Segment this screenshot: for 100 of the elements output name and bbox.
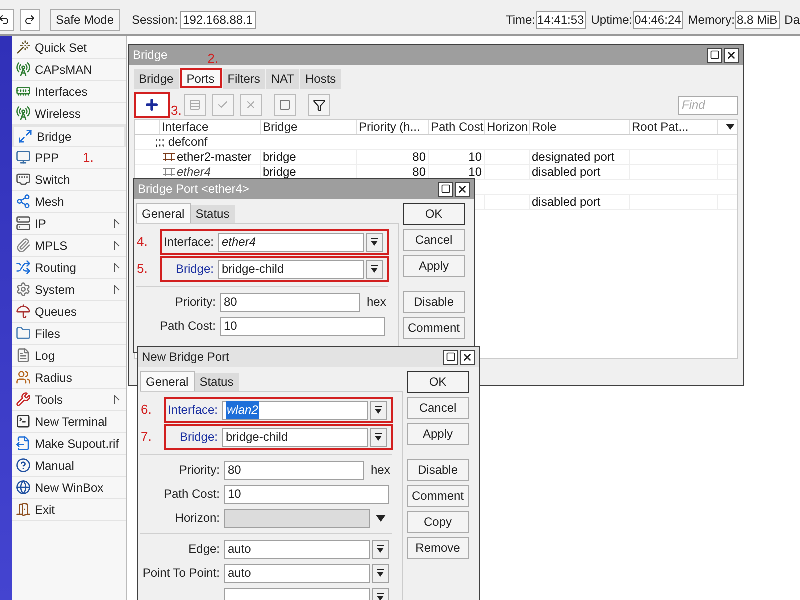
input-field[interactable]: bridge-child: [218, 260, 364, 278]
maximize-button[interactable]: [707, 48, 722, 62]
document-icon: [16, 348, 31, 363]
input-field[interactable]: 10: [220, 316, 385, 336]
undo-button[interactable]: [0, 9, 14, 31]
menu-item[interactable]: CAPsMAN: [12, 59, 126, 81]
tab[interactable]: Bridge: [134, 69, 179, 89]
menu-item[interactable]: Radius: [12, 367, 126, 389]
column-header[interactable]: Interface: [160, 120, 261, 134]
table-cell: disabled port: [532, 195, 601, 209]
step-number: 2.: [208, 50, 219, 68]
dialog-button[interactable]: Copy: [407, 511, 469, 533]
menu-item[interactable]: Files: [12, 323, 126, 345]
menu-item[interactable]: MPLS: [12, 235, 126, 257]
dropdown-button[interactable]: [372, 564, 389, 582]
maximize-button[interactable]: [438, 182, 453, 196]
maximize-button[interactable]: [443, 350, 458, 364]
dropdown-button[interactable]: [366, 232, 383, 252]
input-field[interactable]: bridge-child: [222, 428, 368, 446]
submenu-arrow-icon: [114, 284, 120, 294]
tab[interactable]: Status: [194, 373, 239, 391]
dialog-button[interactable]: Disable: [407, 459, 469, 481]
dialog-button[interactable]: Disable: [403, 291, 465, 313]
stat-label: Time:: [506, 12, 536, 29]
menu-item[interactable]: IP: [12, 213, 126, 235]
column-header[interactable]: Priority (h...: [357, 120, 429, 134]
tab[interactable]: Status: [190, 205, 235, 223]
window-title: New Bridge Port: [142, 349, 230, 366]
menu-item[interactable]: Quick Set: [12, 37, 126, 59]
input-field[interactable]: 80: [220, 292, 360, 312]
dialog-button[interactable]: Remove: [407, 537, 469, 559]
dialog-button[interactable]: Comment: [403, 317, 465, 339]
menu-item[interactable]: Switch: [12, 169, 126, 191]
dropdown-button[interactable]: [370, 428, 387, 446]
step-number: 4.: [136, 233, 149, 252]
menu-item[interactable]: Log: [12, 345, 126, 367]
column-header[interactable]: Path Cost: [429, 120, 485, 134]
safe-mode-button[interactable]: Safe Mode: [50, 9, 120, 31]
dialog-button[interactable]: Cancel: [403, 229, 465, 251]
dropdown-button[interactable]: [370, 400, 387, 420]
add-button[interactable]: [134, 92, 170, 118]
session-label: Session:: [132, 12, 178, 29]
tab[interactable]: General: [140, 371, 195, 391]
menu-item[interactable]: Tools: [12, 389, 126, 411]
close-button[interactable]: [460, 350, 475, 364]
dropdown-button[interactable]: [366, 260, 383, 278]
filter-icon: [312, 98, 326, 112]
menu-item[interactable]: New WinBox: [12, 477, 126, 499]
tab[interactable]: Hosts: [300, 69, 342, 89]
column-header[interactable]: Bridge: [261, 120, 357, 134]
column-header[interactable]: Role: [530, 120, 630, 134]
dropdown-button[interactable]: [372, 540, 389, 558]
check-icon: [217, 99, 229, 111]
input-field[interactable]: 10: [224, 484, 389, 504]
tab[interactable]: NAT: [266, 69, 300, 89]
close-button[interactable]: [455, 182, 470, 196]
field-label: Edge:: [188, 541, 221, 558]
menu-item[interactable]: Queues: [12, 301, 126, 323]
input-field[interactable]: auto: [224, 564, 370, 582]
input-field[interactable]: wlan2: [222, 400, 368, 420]
port-icon: [16, 172, 31, 187]
menu-item[interactable]: Exit: [12, 499, 126, 521]
dialog-button[interactable]: Comment: [407, 485, 469, 507]
column-header[interactable]: Root Pat...: [630, 120, 718, 134]
dialog-button[interactable]: Cancel: [407, 397, 469, 419]
input-field[interactable]: [224, 508, 370, 528]
comment-button[interactable]: [274, 94, 296, 116]
find-field[interactable]: Find: [678, 96, 738, 114]
menu-item[interactable]: New Terminal: [12, 411, 126, 433]
dialog-button[interactable]: OK: [403, 203, 465, 225]
menu-item[interactable]: Mesh: [12, 191, 126, 213]
menu-item[interactable]: Routing: [12, 257, 126, 279]
input-field[interactable]: auto: [224, 540, 370, 558]
nodes-icon: [16, 194, 31, 209]
menu-item[interactable]: Bridge: [12, 125, 126, 147]
menu-item[interactable]: Wireless: [12, 103, 126, 125]
column-header[interactable]: Horizon: [485, 120, 530, 134]
field-label: Interface:: [162, 234, 215, 251]
menu-item[interactable]: System: [12, 279, 126, 301]
dialog-button[interactable]: OK: [407, 371, 469, 393]
redo-button[interactable]: [20, 9, 40, 31]
table-cell: designated port: [532, 150, 615, 164]
session-field[interactable]: 192.168.88.1: [180, 11, 256, 29]
people-icon: [16, 370, 31, 385]
folder-icon: [16, 326, 31, 341]
table-cell: 10: [468, 150, 482, 164]
tab[interactable]: Filters: [222, 69, 266, 89]
dialog-button[interactable]: Apply: [407, 423, 469, 445]
tab[interactable]: Ports: [180, 68, 222, 88]
stat-label: Da: [784, 12, 800, 29]
table-cell: 80: [412, 165, 426, 179]
filter-button[interactable]: [308, 94, 330, 116]
close-button[interactable]: [724, 48, 739, 62]
menu-item[interactable]: Make Supout.rif: [12, 433, 126, 455]
menu-item[interactable]: Interfaces: [12, 81, 126, 103]
menu-item[interactable]: Manual: [12, 455, 126, 477]
dialog-button[interactable]: Apply: [403, 255, 465, 277]
input-field[interactable]: ether4: [218, 232, 364, 252]
input-field[interactable]: 80: [224, 460, 364, 480]
tab[interactable]: General: [136, 203, 191, 223]
